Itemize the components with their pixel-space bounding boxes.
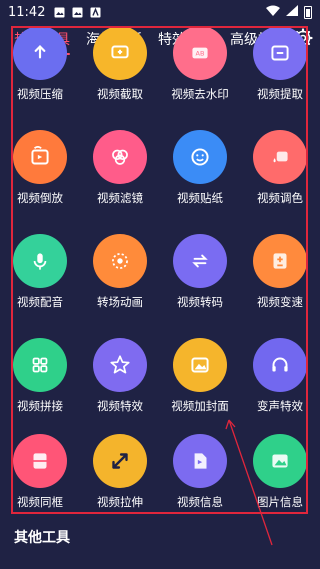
tool-item[interactable]: 视频滤镜 bbox=[80, 130, 160, 226]
tool-item[interactable]: 视频截取 bbox=[80, 26, 160, 122]
stretch-icon bbox=[93, 434, 147, 488]
sticker-icon bbox=[173, 130, 227, 184]
tool-label: 视频滤镜 bbox=[97, 191, 143, 205]
tool-label: 图片信息 bbox=[257, 495, 303, 509]
tool-label: 视频变速 bbox=[257, 295, 303, 309]
tool-item[interactable]: AB 视频去水印 bbox=[160, 26, 240, 122]
tool-item[interactable]: 视频加封面 bbox=[160, 338, 240, 434]
tool-label: 视频信息 bbox=[177, 495, 223, 509]
tool-item[interactable]: 视频特效 bbox=[80, 338, 160, 434]
battery-icon bbox=[304, 5, 312, 19]
cover-icon bbox=[173, 338, 227, 392]
tool-item[interactable]: 视频配音 bbox=[0, 234, 80, 330]
tool-label: 视频拼接 bbox=[17, 399, 63, 413]
tool-label: 视频拉伸 bbox=[97, 495, 143, 509]
image-icon bbox=[53, 6, 65, 18]
filter-icon bbox=[93, 130, 147, 184]
extract-icon bbox=[253, 26, 307, 80]
tool-label: 视频压缩 bbox=[17, 87, 63, 101]
star-icon bbox=[93, 338, 147, 392]
tool-item[interactable]: 视频拉伸 bbox=[80, 434, 160, 530]
tool-label: 视频配音 bbox=[17, 295, 63, 309]
reverse-icon bbox=[13, 130, 67, 184]
tool-item[interactable]: 图片信息 bbox=[240, 434, 320, 530]
tool-label: 视频加封面 bbox=[171, 399, 229, 413]
tool-item[interactable]: 视频信息 bbox=[160, 434, 240, 530]
tool-item[interactable]: 视频提取 bbox=[240, 26, 320, 122]
tool-label: 视频调色 bbox=[257, 191, 303, 205]
tool-item[interactable]: 视频转码 bbox=[160, 234, 240, 330]
tool-item[interactable]: 视频贴纸 bbox=[160, 130, 240, 226]
speed-icon bbox=[253, 234, 307, 288]
image-icon bbox=[253, 434, 307, 488]
cut-icon bbox=[93, 26, 147, 80]
headphones-icon bbox=[253, 338, 307, 392]
tool-label: 变声特效 bbox=[257, 399, 303, 413]
tool-item[interactable]: 视频同框 bbox=[0, 434, 80, 530]
tool-item[interactable]: 转场动画 bbox=[80, 234, 160, 330]
tool-item[interactable]: 视频压缩 bbox=[0, 26, 80, 122]
signal-icon bbox=[286, 5, 298, 19]
tool-label: 视频转码 bbox=[177, 295, 223, 309]
compress-icon bbox=[13, 26, 67, 80]
section-title-other-tools: 其他工具 bbox=[14, 530, 70, 546]
wifi-icon bbox=[266, 5, 280, 19]
video-file-icon bbox=[173, 434, 227, 488]
watermark-icon: AB bbox=[173, 26, 227, 80]
tool-label: 视频贴纸 bbox=[177, 191, 223, 205]
status-bar: 11:42 bbox=[0, 0, 320, 24]
svg-text:AB: AB bbox=[196, 50, 205, 58]
tool-item[interactable]: 视频拼接 bbox=[0, 338, 80, 434]
split-screen-icon bbox=[13, 434, 67, 488]
microphone-icon bbox=[13, 234, 67, 288]
tool-label: 视频去水印 bbox=[171, 87, 229, 101]
tool-item[interactable]: 视频变速 bbox=[240, 234, 320, 330]
transition-icon bbox=[93, 234, 147, 288]
palette-icon bbox=[253, 130, 307, 184]
image-icon bbox=[71, 6, 83, 18]
tool-label: 视频同框 bbox=[17, 495, 63, 509]
tool-label: 视频截取 bbox=[97, 87, 143, 101]
tool-item[interactable]: 视频倒放 bbox=[0, 130, 80, 226]
status-time: 11:42 bbox=[8, 4, 46, 20]
convert-icon bbox=[173, 234, 227, 288]
tool-item[interactable]: 变声特效 bbox=[240, 338, 320, 434]
tool-label: 视频特效 bbox=[97, 399, 143, 413]
tool-item[interactable]: 视频调色 bbox=[240, 130, 320, 226]
grid-icon bbox=[13, 338, 67, 392]
tool-label: 视频倒放 bbox=[17, 191, 63, 205]
text-icon bbox=[89, 6, 101, 18]
tool-label: 转场动画 bbox=[97, 295, 143, 309]
tool-label: 视频提取 bbox=[257, 87, 303, 101]
